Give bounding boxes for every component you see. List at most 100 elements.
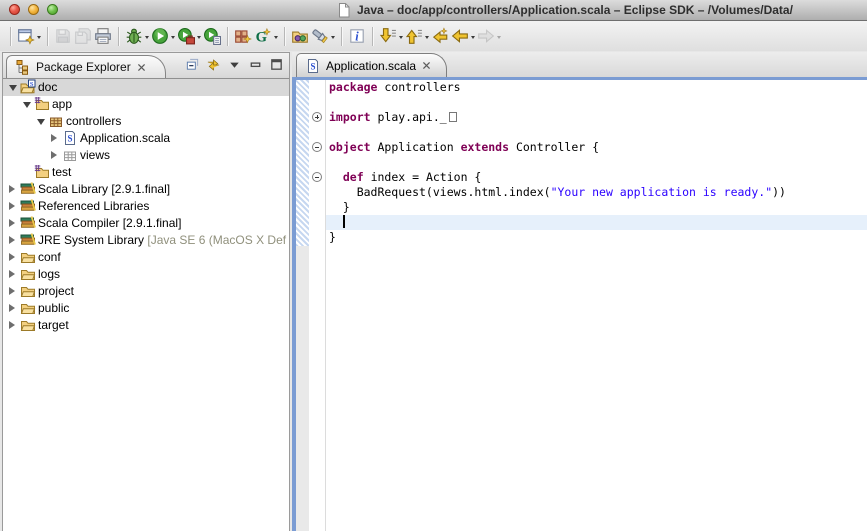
search-icon (311, 27, 329, 45)
expand-arrow-icon[interactable] (9, 253, 15, 261)
minimize-icon[interactable] (248, 57, 263, 72)
expand-arrow-icon[interactable] (9, 185, 15, 193)
tree-item-app[interactable]: app (3, 96, 289, 113)
expand-arrow-icon[interactable] (51, 134, 57, 142)
code-line[interactable]: } (326, 200, 867, 215)
fold-collapse-icon[interactable] (312, 142, 322, 152)
dropdown-arrow-icon[interactable] (274, 36, 278, 41)
tree-item-target[interactable]: target (3, 317, 289, 334)
dropdown-arrow-icon[interactable] (37, 36, 41, 41)
code-editor[interactable]: package controllers import play.api._obje… (326, 80, 867, 531)
expand-arrow-icon[interactable] (9, 202, 15, 210)
tree-item-label: views (80, 148, 110, 162)
close-tab-icon[interactable] (421, 60, 432, 71)
previous-annotation-button[interactable] (404, 25, 430, 47)
tree-item-logs[interactable]: logs (3, 266, 289, 283)
link-editor-icon[interactable] (206, 57, 221, 72)
tree-item-public[interactable]: public (3, 300, 289, 317)
svg-text:S: S (67, 134, 72, 144)
tree-item-conf[interactable]: conf (3, 249, 289, 266)
tree-item-jre-system-library[interactable]: JRE System Library [Java SE 6 (MacOS X D… (3, 232, 289, 249)
next-annotation-button[interactable] (378, 25, 404, 47)
view-menu-icon[interactable] (227, 57, 242, 72)
close-window-button[interactable] (9, 4, 20, 15)
print-button[interactable] (93, 25, 113, 47)
tree-item-test[interactable]: test (3, 164, 289, 181)
folder-icon (20, 266, 36, 282)
dropdown-arrow-icon[interactable] (197, 36, 201, 41)
tree-item-scala-compiler-2-9-1-final[interactable]: Scala Compiler [2.9.1.final] (3, 215, 289, 232)
dropdown-arrow-icon[interactable] (145, 36, 149, 41)
tree-item-label: conf (38, 250, 61, 264)
dropdown-arrow-icon[interactable] (399, 36, 403, 41)
dropdown-arrow-icon[interactable] (497, 36, 501, 41)
run-button[interactable] (150, 25, 176, 47)
code-line[interactable]: object Application extends Controller { (326, 140, 867, 155)
package-explorer-tab[interactable]: Package Explorer (6, 55, 166, 78)
tree-item-label: app (52, 97, 72, 111)
window-titlebar: Java – doc/app/controllers/Application.s… (0, 0, 867, 21)
collapse-arrow-icon[interactable] (37, 119, 45, 125)
collapse-all-icon[interactable] (185, 57, 200, 72)
code-line[interactable] (326, 155, 867, 170)
code-line[interactable] (326, 125, 867, 140)
expand-arrow-icon[interactable] (9, 287, 15, 295)
code-line[interactable]: } (326, 230, 867, 245)
next-annotation-icon (379, 27, 397, 45)
code-line[interactable]: package controllers (326, 80, 867, 95)
expand-arrow-icon[interactable] (9, 219, 15, 227)
dropdown-arrow-icon[interactable] (471, 36, 475, 41)
expand-arrow-icon[interactable] (9, 304, 15, 312)
close-view-icon[interactable] (136, 62, 147, 73)
last-edit-location-button[interactable] (430, 25, 450, 47)
dropdown-arrow-icon[interactable] (425, 36, 429, 41)
previous-annotation-icon (405, 27, 423, 45)
run-external-icon (177, 27, 195, 45)
collapsed-region-icon[interactable] (449, 112, 457, 122)
open-type-button[interactable] (290, 25, 310, 47)
search-button[interactable] (310, 25, 336, 47)
collapse-arrow-icon[interactable] (9, 85, 17, 91)
tree-item-referenced-libraries[interactable]: Referenced Libraries (3, 198, 289, 215)
tree-item-controllers[interactable]: controllers (3, 113, 289, 130)
back-button[interactable] (450, 25, 476, 47)
collapse-arrow-icon[interactable] (23, 102, 31, 108)
info-icon: i (348, 27, 366, 45)
expand-arrow-icon[interactable] (9, 321, 15, 329)
new-java-grid-button[interactable] (233, 25, 253, 47)
minimize-window-button[interactable] (28, 4, 39, 15)
folding-ruler[interactable] (309, 80, 326, 531)
tree-item-scala-library-2-9-1-final[interactable]: Scala Library [2.9.1.final] (3, 181, 289, 198)
debug-button[interactable] (124, 25, 150, 47)
code-line[interactable]: BadRequest(views.html.index("Your new ap… (326, 185, 867, 200)
run-coverage-button[interactable] (202, 25, 222, 47)
code-line[interactable] (326, 95, 867, 110)
expand-arrow-icon[interactable] (9, 236, 15, 244)
window-controls (9, 4, 58, 15)
code-line[interactable] (326, 215, 867, 230)
folder-icon (20, 317, 36, 333)
dropdown-arrow-icon[interactable] (331, 36, 335, 41)
toolbar-separator (227, 27, 228, 46)
annotation-ruler[interactable] (296, 80, 309, 531)
fold-collapse-icon[interactable] (312, 172, 322, 182)
info-button[interactable]: i (347, 25, 367, 47)
new-wizard-button[interactable] (16, 25, 42, 47)
maximize-icon[interactable] (269, 57, 284, 72)
tree-item-views[interactable]: views (3, 147, 289, 164)
tree-item-application-scala[interactable]: SApplication.scala (3, 130, 289, 147)
run-external-button[interactable] (176, 25, 202, 47)
zoom-window-button[interactable] (47, 4, 58, 15)
tree-item-doc[interactable]: Sdoc (3, 79, 289, 96)
code-line[interactable]: import play.api._ (326, 110, 867, 125)
dropdown-arrow-icon[interactable] (171, 36, 175, 41)
code-line[interactable]: def index = Action { (326, 170, 867, 185)
new-g-wizard-button[interactable]: G (253, 25, 279, 47)
run-coverage-icon (203, 27, 221, 45)
editor-tab-application-scala[interactable]: S Application.scala (296, 53, 447, 77)
expand-arrow-icon[interactable] (9, 270, 15, 278)
fold-expand-icon[interactable] (312, 112, 322, 122)
tree-item-label: Scala Library [2.9.1.final] (38, 182, 170, 196)
tree-item-project[interactable]: project (3, 283, 289, 300)
expand-arrow-icon[interactable] (51, 151, 57, 159)
